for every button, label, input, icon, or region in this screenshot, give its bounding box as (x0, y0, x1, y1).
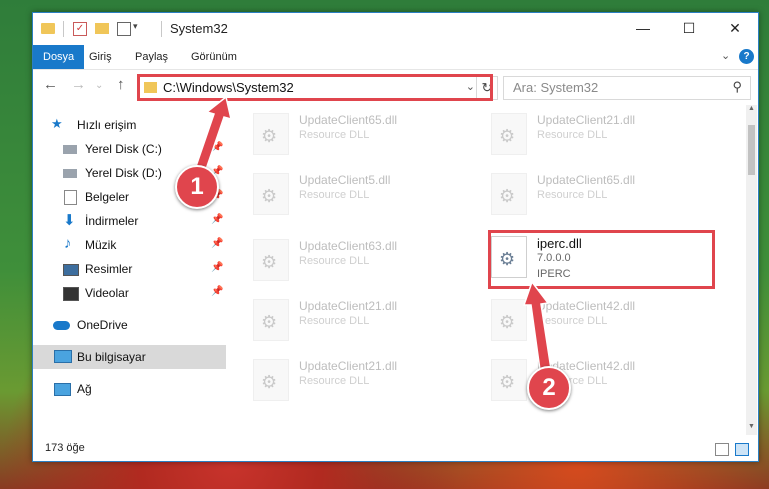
callout-number-2: 2 (527, 366, 571, 410)
callout-number-1: 1 (175, 165, 219, 209)
annotation-arrows (191, 95, 552, 371)
arrow-2 (522, 280, 552, 371)
